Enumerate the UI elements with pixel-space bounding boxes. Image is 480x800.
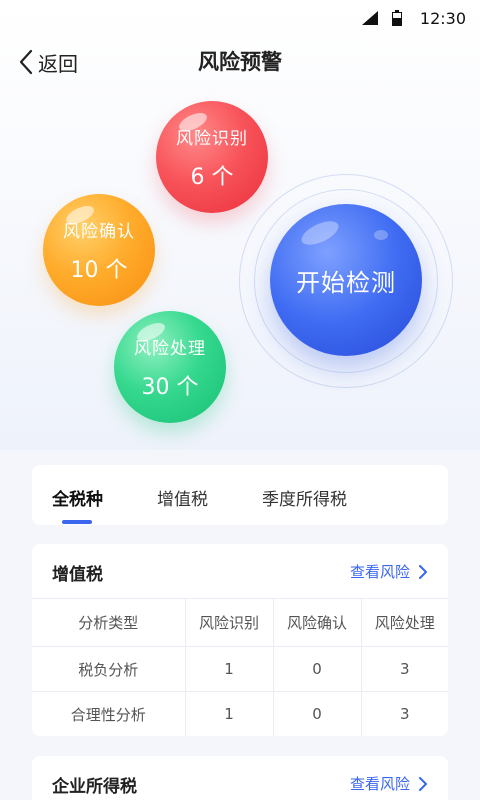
vat-card-header: 增值税 查看风险 [32, 544, 448, 598]
cit-card-title: 企业所得税 [52, 777, 137, 797]
cit-view-risk-link[interactable]: 查看风险 [350, 773, 428, 794]
status-time: 12:30 [419, 8, 466, 28]
cell-risk-identify: 1 [184, 691, 273, 736]
cell-analysis-type: 合理性分析 [32, 691, 185, 736]
col-header-risk-handle: 风险处理 [360, 598, 448, 647]
start-detect-button[interactable]: 开始检测 [270, 204, 422, 356]
col-header-analysis-type: 分析类型 [32, 598, 185, 647]
risk-handle-bubble[interactable]: 风险处理 30 个 [114, 311, 226, 423]
risk-identify-title: 风险识别 [176, 128, 248, 149]
signal-icon [361, 11, 378, 25]
chevron-right-icon [419, 776, 427, 791]
tab-all-tax[interactable]: 全税种 [52, 485, 103, 510]
vat-risk-table: 分析类型 风险识别 风险确认 风险处理 税负分析 1 0 3 合理性分析 1 0… [32, 598, 448, 736]
vat-card-title: 增值税 [52, 565, 103, 585]
battery-icon [391, 10, 402, 26]
risk-confirm-title: 风险确认 [63, 221, 135, 242]
cit-view-risk-label: 查看风险 [349, 775, 410, 793]
status-bar: 12:30 [0, 0, 480, 36]
risk-confirm-bubble[interactable]: 风险确认 10 个 [43, 194, 155, 306]
table-row[interactable]: 税负分析 1 0 3 [32, 646, 448, 692]
risk-handle-title: 风险处理 [134, 338, 206, 359]
cell-risk-handle: 3 [360, 691, 448, 736]
active-tab-indicator [62, 520, 92, 524]
cell-risk-identify: 1 [184, 646, 273, 692]
table-header-row: 分析类型 风险识别 风险确认 风险处理 [32, 598, 448, 647]
cell-risk-confirm: 0 [272, 691, 361, 736]
risk-confirm-count: 10 个 [70, 257, 128, 283]
tab-vat[interactable]: 增值税 [157, 485, 208, 510]
risk-identify-count: 6 个 [190, 164, 234, 190]
cit-card-header: 企业所得税 查看风险 [32, 756, 448, 800]
vat-view-risk-label: 查看风险 [349, 563, 410, 581]
col-header-risk-confirm: 风险确认 [272, 598, 361, 647]
cell-risk-handle: 3 [360, 646, 448, 692]
tab-quarterly-income-tax[interactable]: 季度所得税 [262, 485, 347, 510]
table-row[interactable]: 合理性分析 1 0 3 [32, 691, 448, 736]
nav-bar: 返回 风险预警 [0, 40, 480, 84]
cell-analysis-type: 税负分析 [32, 646, 185, 692]
chevron-right-icon [419, 564, 427, 579]
col-header-risk-identify: 风险识别 [184, 598, 273, 647]
risk-identify-bubble[interactable]: 风险识别 6 个 [156, 101, 268, 213]
cit-card: 企业所得税 查看风险 [32, 756, 448, 800]
cell-risk-confirm: 0 [272, 646, 361, 692]
page-title: 风险预警 [198, 50, 282, 74]
tax-type-tabs: 全税种 增值税 季度所得税 [32, 465, 448, 525]
vat-view-risk-link[interactable]: 查看风险 [350, 561, 428, 582]
start-detect-label: 开始检测 [296, 268, 396, 297]
risk-handle-count: 30 个 [141, 374, 199, 400]
vat-card: 增值税 查看风险 分析类型 风险识别 风险确认 风险处理 税负分析 1 0 3 [32, 544, 448, 736]
